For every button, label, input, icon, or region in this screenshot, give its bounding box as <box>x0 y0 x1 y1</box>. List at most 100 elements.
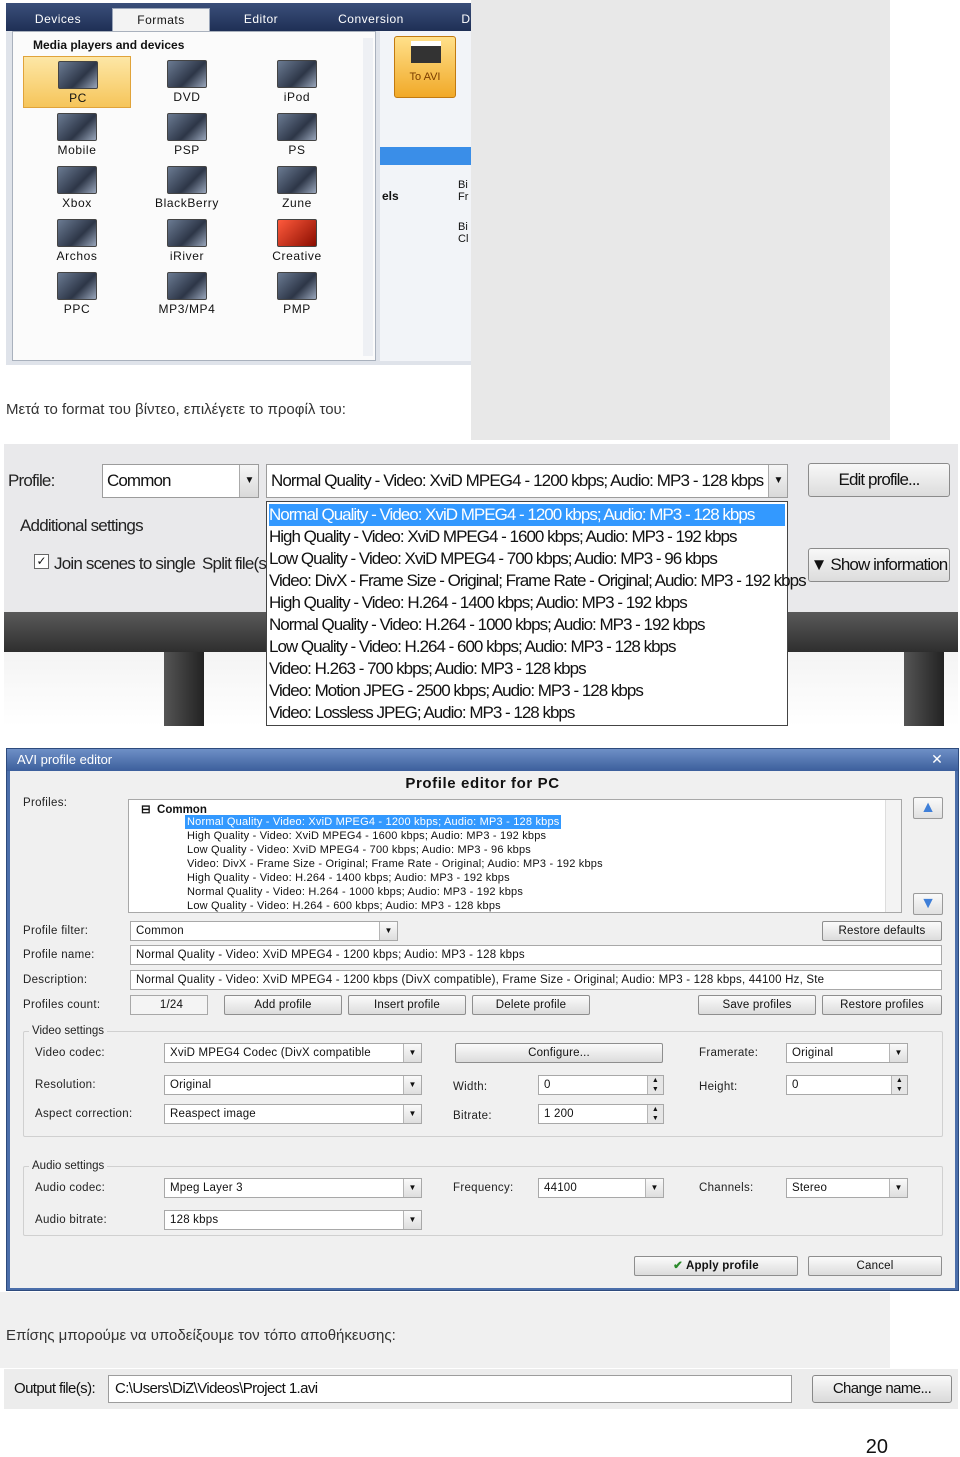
chevron-down-icon[interactable]: ▼ <box>889 1179 907 1197</box>
profile-filter-select[interactable]: Common ▼ <box>130 921 398 941</box>
tab-formats[interactable]: Formats <box>112 8 210 31</box>
device-blackberry[interactable]: BlackBerry <box>133 162 241 214</box>
list-item[interactable]: Low Quality - Video: H.264 - 600 kbps; A… <box>187 899 501 912</box>
chevron-down-icon[interactable]: ▼ <box>768 465 787 497</box>
to-avi-button[interactable]: To AVI <box>394 36 456 98</box>
chevron-down-icon[interactable]: ▼ <box>379 922 397 940</box>
device-dvd[interactable]: DVD <box>133 56 241 108</box>
dropdown-option[interactable]: High Quality - Video: XviD MPEG4 - 1600 … <box>269 526 738 548</box>
device-label: iPod <box>283 90 311 104</box>
chevron-down-icon[interactable]: ▼ <box>403 1044 421 1062</box>
device-zune[interactable]: Zune <box>243 162 351 214</box>
list-item[interactable]: Low Quality - Video: XviD MPEG4 - 700 kb… <box>187 843 531 857</box>
device-xbox[interactable]: Xbox <box>23 162 131 214</box>
chevron-down-icon[interactable]: ▼ <box>403 1105 421 1123</box>
audio-codec-select[interactable]: Mpeg Layer 3 ▼ <box>164 1178 422 1198</box>
device-ipod[interactable]: iPod <box>243 56 351 108</box>
profiles-list[interactable]: ⊟ Common Normal Quality - Video: XviD MP… <box>128 799 902 913</box>
list-item[interactable]: High Quality - Video: XviD MPEG4 - 1600 … <box>187 829 546 843</box>
framerate-select[interactable]: Original ▼ <box>786 1043 908 1063</box>
add-profile-button[interactable]: Add profile <box>224 995 342 1015</box>
height-stepper[interactable]: 0 ▲ ▼ <box>786 1075 908 1095</box>
dropdown-option[interactable]: Video: Motion JPEG - 2500 kbps; Audio: M… <box>269 680 644 702</box>
dropdown-option[interactable]: Low Quality - Video: H.264 - 600 kbps; A… <box>269 636 677 658</box>
channels-select[interactable]: Stereo ▼ <box>786 1178 908 1198</box>
dropdown-option[interactable]: Video: H.263 - 700 kbps; Audio: MP3 - 12… <box>269 658 587 680</box>
xbox-icon <box>57 166 97 194</box>
save-profiles-button[interactable]: Save profiles <box>698 995 816 1015</box>
device-label: PSP <box>174 143 200 157</box>
close-icon[interactable]: ✕ <box>924 750 950 768</box>
list-item[interactable]: Normal Quality - Video: H.264 - 1000 kbp… <box>187 885 523 899</box>
restore-defaults-button[interactable]: Restore defaults <box>822 921 942 941</box>
quality-combo[interactable]: Normal Quality - Video: XviD MPEG4 - 120… <box>266 464 788 498</box>
profile-name-input[interactable]: Normal Quality - Video: XviD MPEG4 - 120… <box>130 945 942 965</box>
show-information-button[interactable]: ▼ Show information <box>808 548 950 582</box>
aspect-correction-label: Aspect correction: <box>35 1108 133 1120</box>
frequency-value: 44100 <box>544 1182 577 1194</box>
video-codec-select[interactable]: XviD MPEG4 Codec (DivX compatible ▼ <box>164 1043 422 1063</box>
device-mobile[interactable]: Mobile <box>23 109 131 161</box>
tab-editor[interactable]: Editor <box>218 8 304 31</box>
spinner-icon[interactable]: ▲ ▼ <box>647 1105 663 1123</box>
chevron-down-icon[interactable]: ▼ <box>239 465 258 497</box>
description-label: Description: <box>23 974 88 986</box>
list-scrollbar[interactable] <box>885 800 901 912</box>
edit-profile-button[interactable]: Edit profile... <box>808 463 950 497</box>
aspect-correction-select[interactable]: Reaspect image ▼ <box>164 1104 422 1124</box>
chevron-down-icon[interactable]: ▼ <box>403 1076 421 1094</box>
list-item[interactable]: Normal Quality - Video: XviD MPEG4 - 120… <box>185 815 562 829</box>
device-pc[interactable]: PC <box>23 56 131 108</box>
chevron-down-icon[interactable]: ▼ <box>645 1179 663 1197</box>
chevron-down-icon[interactable]: ▼ <box>889 1044 907 1062</box>
change-name-button[interactable]: Change name... <box>812 1375 952 1403</box>
move-down-icon[interactable]: ▼ <box>913 893 943 915</box>
chevron-down-icon[interactable]: ▼ <box>403 1211 421 1229</box>
dropdown-option[interactable]: Normal Quality - Video: XviD MPEG4 - 120… <box>269 504 785 526</box>
audio-bitrate-select[interactable]: 128 kbps ▼ <box>164 1210 422 1230</box>
spinner-icon[interactable]: ▲ ▼ <box>891 1076 907 1094</box>
device-archos[interactable]: Archos <box>23 215 131 267</box>
spinner-icon[interactable]: ▲ ▼ <box>647 1076 663 1094</box>
frequency-select[interactable]: 44100 ▼ <box>538 1178 664 1198</box>
device-pmp[interactable]: PMP <box>243 268 351 320</box>
collapse-icon[interactable]: ⊟ <box>141 804 151 816</box>
output-path-input[interactable]: C:\Users\DiZ\Videos\Project 1.avi <box>108 1375 792 1403</box>
bitrate-stepper[interactable]: 1 200 ▲ ▼ <box>538 1104 664 1124</box>
delete-profile-button[interactable]: Delete profile <box>472 995 590 1015</box>
device-ps[interactable]: PS <box>243 109 351 161</box>
device-mp3-mp4[interactable]: MP3/MP4 <box>133 268 241 320</box>
bitrate-value: 1 200 <box>544 1108 574 1120</box>
dropdown-option[interactable]: Low Quality - Video: XviD MPEG4 - 700 kb… <box>269 548 718 570</box>
blackberry-icon <box>167 166 207 194</box>
dropdown-option[interactable]: Normal Quality - Video: H.264 - 1000 kbp… <box>269 614 706 636</box>
split-files-label: Split file(s) <box>202 554 272 573</box>
restore-profiles-button[interactable]: Restore profiles <box>822 995 942 1015</box>
resolution-select[interactable]: Original ▼ <box>164 1075 422 1095</box>
device-iriver[interactable]: iRiver <box>133 215 241 267</box>
tab-more[interactable]: D <box>456 8 471 31</box>
insert-profile-button[interactable]: Insert profile <box>348 995 466 1015</box>
to-avi-label: To AVI <box>409 71 441 83</box>
tab-devices[interactable]: Devices <box>12 8 104 31</box>
width-stepper[interactable]: 0 ▲ ▼ <box>538 1075 664 1095</box>
chevron-down-icon[interactable]: ▼ <box>403 1179 421 1197</box>
device-psp[interactable]: PSP <box>133 109 241 161</box>
panel-scrollbar[interactable] <box>363 38 373 356</box>
join-scenes-checkbox[interactable]: ✓ <box>34 554 49 569</box>
device-creative[interactable]: Creative <box>243 215 351 267</box>
tab-conversion[interactable]: Conversion <box>312 8 430 31</box>
dropdown-option[interactable]: High Quality - Video: H.264 - 1400 kbps;… <box>269 592 688 614</box>
move-up-icon[interactable]: ▲ <box>913 797 943 819</box>
dropdown-option[interactable]: Video: Lossless JPEG; Audio: MP3 - 128 k… <box>269 702 575 724</box>
apply-profile-button[interactable]: ✔ Apply profile <box>634 1256 798 1276</box>
device-ppc[interactable]: PPC <box>23 268 131 320</box>
profile-combo[interactable]: Common ▼ <box>102 464 259 498</box>
dropdown-option[interactable]: Video: DivX - Frame Size - Original; Fra… <box>269 570 807 592</box>
configure-button[interactable]: Configure... <box>455 1043 663 1063</box>
list-item[interactable]: Video: DivX - Frame Size - Original; Fra… <box>187 857 603 871</box>
description-input[interactable]: Normal Quality - Video: XviD MPEG4 - 120… <box>130 970 942 990</box>
list-item[interactable]: High Quality - Video: H.264 - 1400 kbps;… <box>187 871 510 885</box>
profile-group[interactable]: ⊟ Common <box>141 802 207 816</box>
cancel-button[interactable]: Cancel <box>808 1256 942 1276</box>
